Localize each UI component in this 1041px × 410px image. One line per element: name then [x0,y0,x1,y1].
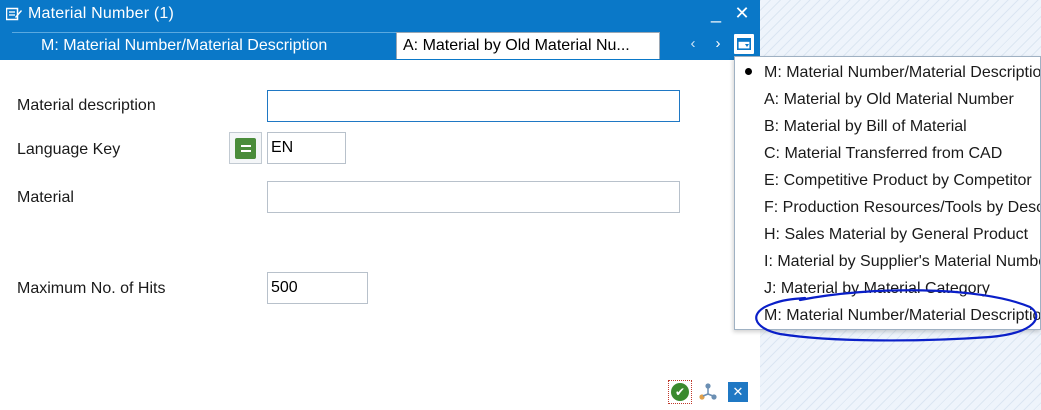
cancel-button[interactable]: ✕ [728,382,748,402]
edit-form-icon [6,7,22,21]
cancel-x-icon: ✕ [732,384,744,399]
dropdown-item-m-repeat[interactable]: M: Material Number/Material Description [735,302,1040,329]
dropdown-item-c[interactable]: C: Material Transferred from CAD [735,140,1040,167]
language-key-input[interactable] [267,132,346,164]
dropdown-item-e[interactable]: E: Competitive Product by Competitor [735,167,1040,194]
title-bar: Material Number (1) _ ✕ [0,0,760,28]
material-input[interactable] [267,181,680,213]
dropdown-item-i[interactable]: I: Material by Supplier's Material Numbe… [735,248,1040,275]
confirm-button[interactable]: ✔ [668,380,692,404]
dropdown-item-m[interactable]: M: Material Number/Material Description [735,59,1040,86]
search-help-dialog: Material Number (1) _ ✕ M: Material Numb… [0,0,760,410]
max-hits-label: Maximum No. of Hits [17,280,166,297]
tab-scroll-right-icon[interactable]: › [711,32,725,56]
language-key-label: Language Key [17,141,121,158]
dropdown-item-j[interactable]: J: Material by Material Category [735,275,1040,302]
material-label: Material [17,189,74,206]
tab-divider [0,59,760,60]
tab-list-dropdown: M: Material Number/Material Description … [734,56,1041,330]
material-description-input[interactable] [267,90,680,122]
dropdown-item-b[interactable]: B: Material by Bill of Material [735,113,1040,140]
dialog-footer: ✔ ✕ [668,380,748,404]
dropdown-item-h[interactable]: H: Sales Material by General Product [735,221,1040,248]
multiple-selection-button[interactable] [696,380,720,404]
tab-list-icon [737,38,751,50]
equals-option-icon [235,137,256,159]
minimize-button[interactable]: _ [708,3,724,23]
dropdown-item-f[interactable]: F: Production Resources/Tools by Descrip… [735,194,1040,221]
window-title: Material Number (1) [28,5,175,22]
tab-scroll-left-icon[interactable]: ‹ [686,32,700,56]
multi-select-icon [699,383,717,400]
close-button[interactable]: ✕ [734,3,750,23]
tab-material-number-description[interactable]: M: Material Number/Material Description [12,32,396,59]
max-hits-input[interactable] [267,272,368,304]
tab-list-menu-button[interactable] [733,33,755,55]
tab-old-material-number[interactable]: A: Material by Old Material Nu... [396,32,660,59]
checkmark-icon: ✔ [671,383,689,401]
dropdown-item-a[interactable]: A: Material by Old Material Number [735,86,1040,113]
material-description-label: Material description [17,97,156,114]
language-key-selection-button[interactable] [229,132,262,164]
tab-strip: M: Material Number/Material Description … [0,28,760,59]
